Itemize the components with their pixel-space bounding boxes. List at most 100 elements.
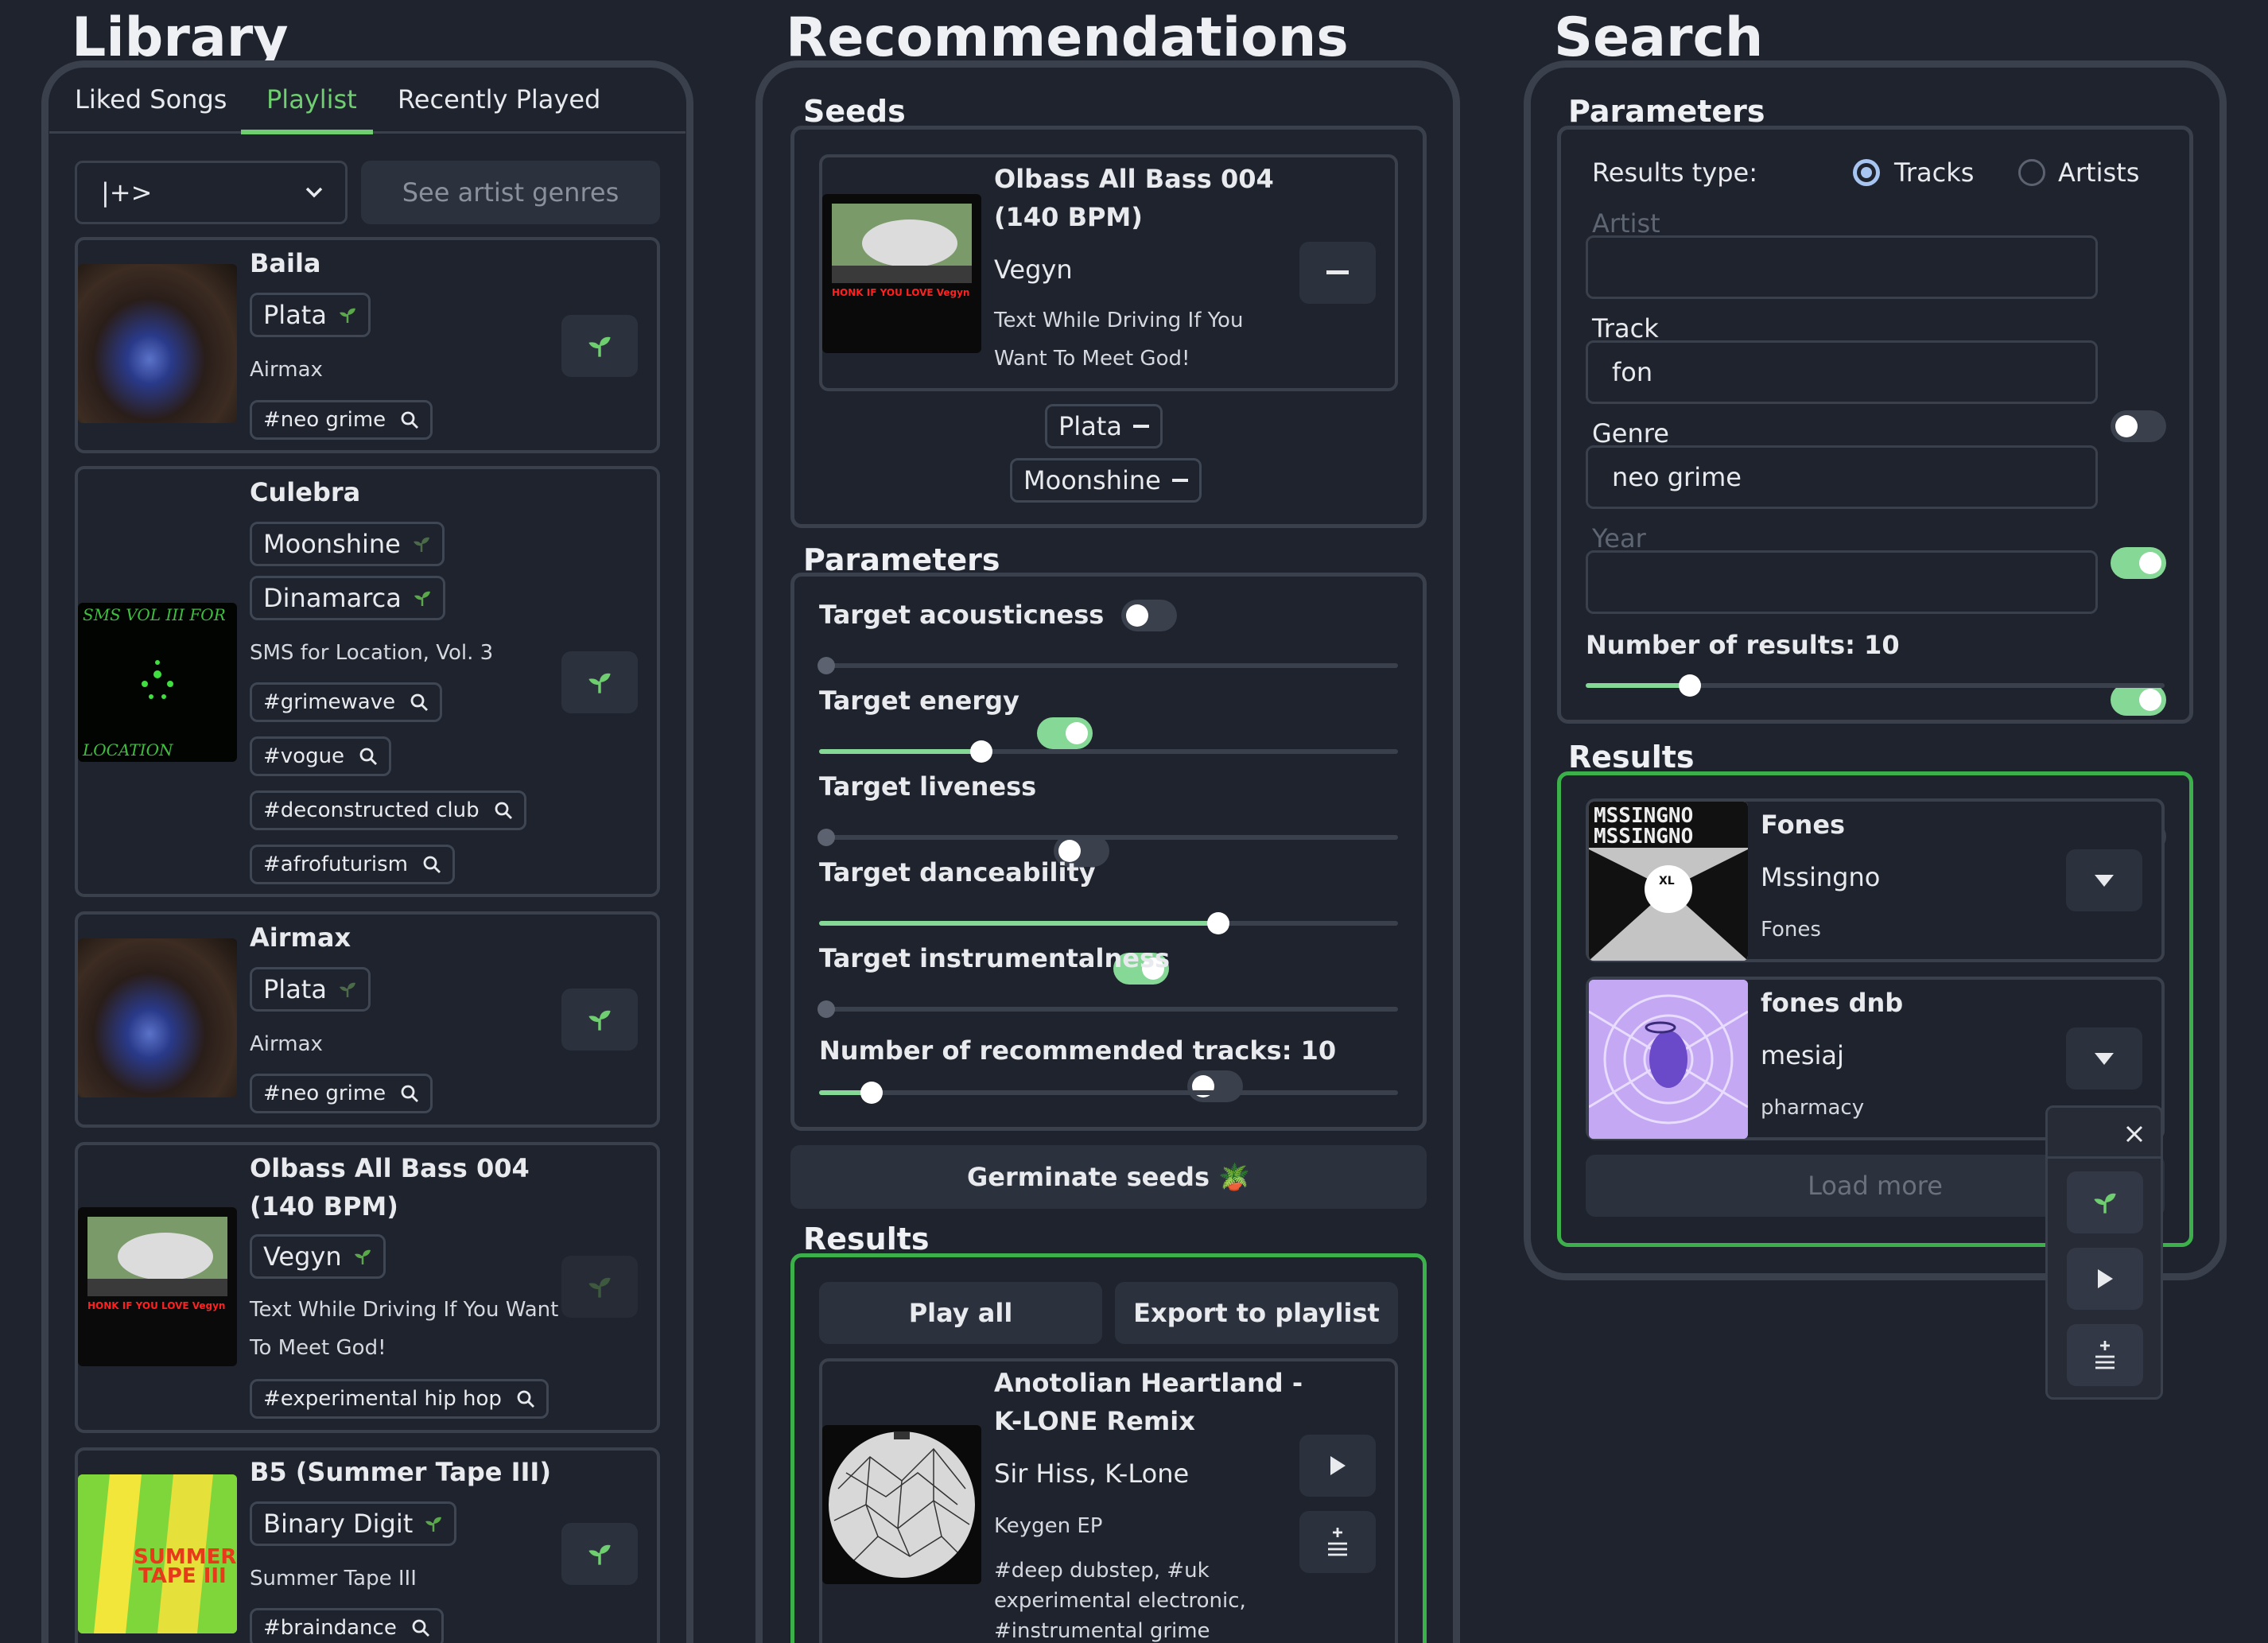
search-field-input[interactable]	[1586, 550, 2098, 614]
track-title-line1: Olbass All Bass 004	[250, 1153, 530, 1183]
artist-name: Dinamarca	[263, 583, 402, 613]
seed-artist-chip[interactable]: Plata	[1045, 404, 1163, 449]
num-tracks-label: Number of recommended tracks: 10	[819, 1035, 1337, 1066]
param-slider[interactable]	[819, 912, 1398, 934]
see-artist-genres-button[interactable]: See artist genres	[361, 161, 660, 224]
param-label: Target liveness	[819, 771, 1037, 802]
search-icon	[517, 1390, 534, 1408]
param-toggle[interactable]	[1187, 1070, 1244, 1102]
seed-track-artist: Vegyn	[994, 254, 1073, 285]
album-art-graphic	[829, 1431, 975, 1578]
seed-button[interactable]	[561, 1523, 638, 1585]
svg-text:HONK IF YOU LOVE Vegyn: HONK IF YOU LOVE Vegyn	[832, 287, 969, 298]
genre-tag-label: #neo grime	[263, 1082, 386, 1105]
sprout-icon	[588, 1277, 611, 1298]
search-field-toggle[interactable]	[2111, 547, 2166, 579]
tab-liked-songs[interactable]: Liked Songs	[75, 84, 227, 115]
genre-tag[interactable]: #afrofuturism	[250, 845, 455, 884]
svg-text:LOCATION: LOCATION	[82, 740, 174, 759]
radio-artists-label[interactable]: Artists	[2058, 157, 2139, 188]
param-toggle[interactable]	[1121, 600, 1178, 631]
close-icon[interactable]	[2124, 1124, 2145, 1144]
caret-down-icon	[2095, 1053, 2114, 1065]
rec-results-title: Results	[803, 1222, 930, 1257]
rec-track-tags-line3: #instrumental grime	[994, 1619, 1210, 1643]
genre-tag[interactable]: #experimental hip hop	[250, 1379, 549, 1419]
result-album: Fones	[1761, 918, 1821, 942]
genre-tag[interactable]: #neo grime	[250, 1074, 433, 1113]
seed-button-disabled[interactable]	[561, 1256, 638, 1318]
param-label: Target danceability	[819, 857, 1096, 888]
param-slider[interactable]	[819, 740, 1398, 763]
export-to-playlist-button[interactable]: Export to playlist	[1115, 1282, 1398, 1344]
playlist-select[interactable]: |+>	[75, 161, 348, 224]
track-title: B5 (Summer Tape III)	[250, 1457, 551, 1487]
rec-track-tags-line2: experimental electronic,	[994, 1589, 1246, 1613]
artist-chip[interactable]: Dinamarca	[250, 576, 445, 620]
add-to-queue-icon	[1328, 1528, 1347, 1556]
album-art: SUMMER TAPE III	[78, 1474, 237, 1633]
seed-track-title-line1: Olbass All Bass 004	[994, 164, 1274, 194]
genre-tag[interactable]: #neo grime	[250, 400, 433, 440]
sprout-icon	[414, 591, 430, 606]
param-toggle[interactable]	[1036, 717, 1093, 749]
result-actions-toggle[interactable]	[2066, 1027, 2142, 1090]
search-field-toggle[interactable]	[2111, 410, 2166, 442]
slider-knob[interactable]	[817, 1000, 835, 1018]
genre-tag[interactable]: #grimewave	[250, 682, 443, 722]
seed-button[interactable]	[561, 651, 638, 713]
sprout-icon	[588, 673, 611, 693]
search-field-input[interactable]: neo grime	[1586, 445, 2098, 509]
slider-knob[interactable]	[1679, 674, 1702, 697]
artist-chip[interactable]: Moonshine	[250, 522, 445, 566]
popup-play-button[interactable]	[2067, 1248, 2143, 1310]
seed-artist-chip[interactable]: Moonshine	[1010, 458, 1202, 503]
genre-tag-label: #vogue	[263, 744, 345, 768]
play-all-button[interactable]: Play all	[819, 1282, 1102, 1344]
album-art-graphic: SUMMER TAPE III	[78, 1474, 237, 1633]
artist-chip[interactable]: Plata	[250, 967, 371, 1012]
slider-knob[interactable]	[969, 740, 992, 763]
search-field-input[interactable]	[1586, 235, 2098, 299]
artist-chip[interactable]: Plata	[250, 293, 371, 337]
popup-add-to-queue-button[interactable]	[2067, 1324, 2143, 1386]
playlist-select-value: |+>	[101, 177, 153, 208]
radio-tracks-label[interactable]: Tracks	[1894, 157, 1974, 188]
play-button[interactable]	[1299, 1435, 1376, 1497]
sprout-icon	[354, 1249, 371, 1264]
search-field-toggle[interactable]	[2111, 684, 2166, 716]
result-actions-toggle[interactable]	[2066, 849, 2142, 911]
slider-knob[interactable]	[817, 657, 835, 674]
album-name-line1: Text While Driving If You Want	[250, 1298, 559, 1322]
remove-seed-button[interactable]	[1299, 242, 1376, 304]
param-slider[interactable]	[817, 829, 1398, 846]
track-title: Culebra	[250, 477, 361, 507]
param-label: Target acousticness	[819, 600, 1105, 630]
genre-tag[interactable]: #braindance	[250, 1608, 444, 1643]
num-results-slider[interactable]	[1586, 674, 2165, 697]
radio-tracks[interactable]	[1853, 159, 1880, 186]
slider-knob[interactable]	[817, 829, 835, 846]
slider-knob[interactable]	[860, 1082, 883, 1104]
seed-button[interactable]	[561, 989, 638, 1051]
seed-button[interactable]	[561, 315, 638, 377]
germinate-seeds-button[interactable]: Germinate seeds 🪴	[790, 1145, 1427, 1209]
search-field-input[interactable]: fon	[1586, 340, 2098, 404]
svg-text:TAPE III: TAPE III	[138, 1564, 227, 1588]
num-tracks-slider[interactable]	[819, 1082, 1398, 1104]
add-to-queue-button[interactable]	[1299, 1511, 1376, 1573]
param-label: Target energy	[819, 686, 1019, 716]
tab-playlist[interactable]: Playlist	[266, 84, 357, 115]
popup-seed-button[interactable]	[2067, 1171, 2143, 1233]
genre-tag[interactable]: #deconstructed club	[250, 790, 526, 830]
genre-tag[interactable]: #vogue	[250, 736, 392, 776]
chevron-down-icon	[305, 187, 323, 198]
artist-chip[interactable]: Vegyn	[250, 1234, 386, 1279]
album-art: MSSINGNO MSSINGNO XL	[1589, 802, 1748, 961]
tab-recently-played[interactable]: Recently Played	[398, 84, 600, 115]
param-slider[interactable]	[817, 657, 1398, 674]
radio-artists[interactable]	[2018, 159, 2045, 186]
album-art: HONK IF YOU LOVE Vegyn	[78, 1207, 237, 1366]
param-slider[interactable]	[817, 1000, 1398, 1018]
artist-chip[interactable]: Binary Digit	[250, 1501, 457, 1546]
